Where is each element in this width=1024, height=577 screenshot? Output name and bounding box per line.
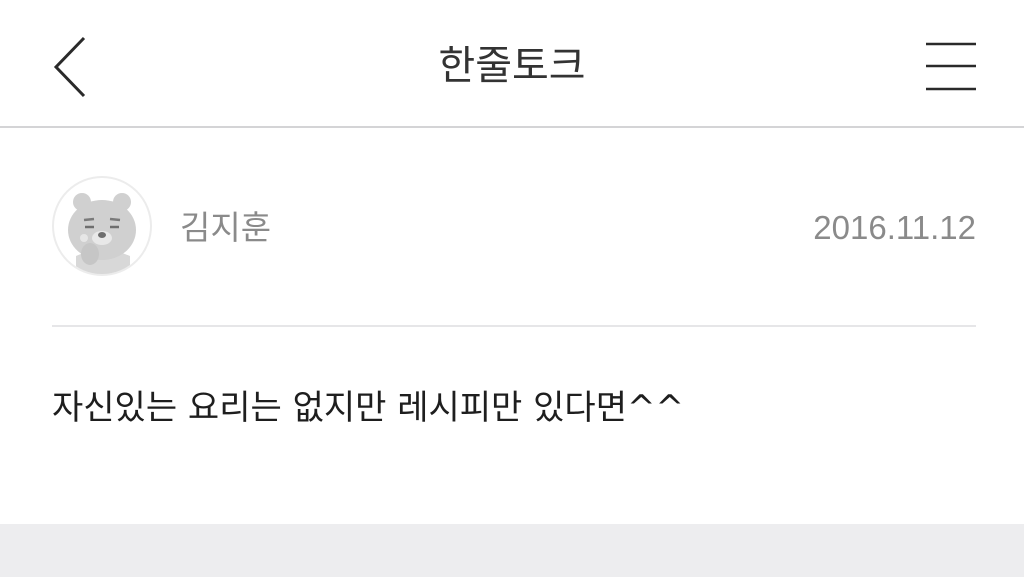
character-avatar-icon	[68, 193, 136, 274]
avatar[interactable]	[52, 176, 152, 276]
divider	[52, 325, 976, 327]
post-meta: 김지훈 2016.11.12	[52, 176, 976, 278]
menu-button[interactable]	[920, 38, 982, 96]
author-name: 김지훈	[180, 208, 272, 247]
hamburger-menu-icon	[926, 42, 976, 91]
post-date: 2016.11.12	[813, 209, 976, 246]
post-content: 자신있는 요리는 없지만 레시피만 있다면^^	[52, 388, 684, 428]
app-header: 한줄토크	[0, 0, 1024, 128]
bottom-separator	[0, 524, 1024, 577]
page-title: 한줄토크	[438, 43, 586, 89]
